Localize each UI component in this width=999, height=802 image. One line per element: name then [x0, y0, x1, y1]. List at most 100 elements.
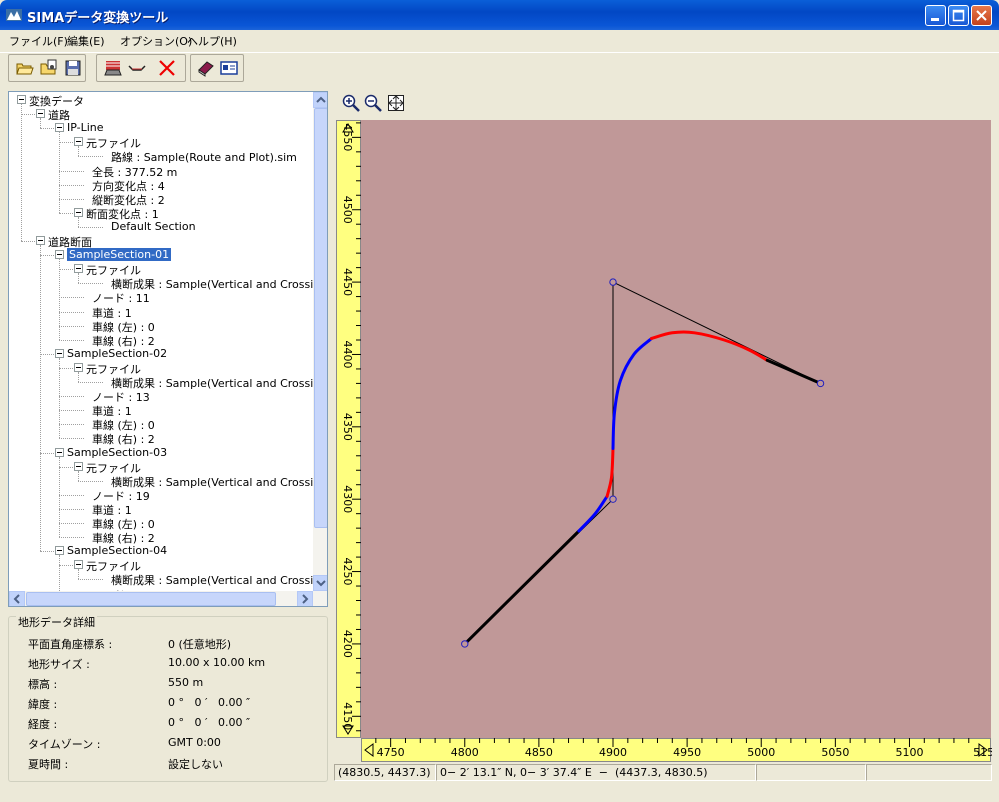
tree-connector [59, 311, 84, 313]
ip-point-marker[interactable] [609, 495, 617, 503]
tree-guide [59, 555, 60, 594]
tree-node[interactable]: IP-Line [67, 121, 104, 134]
zoom-out-icon[interactable] [363, 93, 383, 113]
y-tick-label: 4350 [341, 413, 354, 441]
scroll-down-button[interactable] [313, 575, 327, 591]
tree-guide [59, 259, 60, 340]
ip-point-marker[interactable] [816, 379, 825, 388]
tree-connector [59, 537, 84, 539]
tree-connector [59, 494, 84, 496]
tree-guide [78, 146, 79, 157]
tree-guide [78, 216, 79, 227]
minimize-icon [931, 18, 939, 21]
terrain-label-timezone: タイムゾーン : [28, 738, 101, 751]
plot-view[interactable]: 415042004250430043504400445045004550 475… [336, 118, 992, 764]
tree-node-selected[interactable]: SampleSection-01 [67, 248, 172, 262]
tree-node[interactable]: SampleSection-03 [67, 446, 167, 459]
ip-point-marker[interactable] [461, 640, 469, 648]
app-icon [6, 9, 22, 21]
y-tick-label: 4200 [341, 630, 354, 658]
open-file-icon[interactable] [39, 58, 59, 78]
chevron-right-icon [302, 594, 309, 604]
x-tick-label: 4750 [377, 746, 405, 759]
status-bar: (4830.5, 4437.3) 0− 2′ 13.1″ N, 0− 3′ 37… [334, 764, 992, 782]
x-tick-label: 515 [973, 746, 992, 759]
tree-guide [21, 104, 22, 241]
menu-file[interactable]: ファイル(F) [9, 33, 68, 49]
tree-connector [78, 579, 103, 581]
tree-expander-icon[interactable] [74, 560, 83, 570]
status-cell-4 [866, 764, 992, 781]
window-status-strip [0, 784, 999, 802]
scroll-left-button[interactable] [9, 591, 25, 606]
tree-connector [59, 508, 84, 510]
tree-expander-icon[interactable] [36, 236, 45, 245]
menu-edit[interactable]: 編集(E) [67, 33, 105, 49]
tree-connector [59, 170, 84, 172]
tree-expander-icon[interactable] [55, 250, 64, 260]
zoom-in-icon[interactable] [341, 93, 361, 113]
tree-connector [40, 452, 54, 454]
section-icon[interactable] [127, 58, 147, 78]
tree-expander-icon[interactable] [55, 123, 64, 133]
y-tick-label: 4550 [341, 123, 354, 151]
ip-point-marker[interactable] [609, 278, 617, 286]
tree-connector [59, 198, 84, 200]
tree-horizontal-thumb[interactable] [26, 592, 276, 606]
save-icon[interactable] [63, 58, 83, 78]
delete-icon[interactable] [157, 58, 177, 78]
tree-expander-icon[interactable] [55, 348, 64, 358]
tree-guide [40, 118, 41, 129]
open-folder-icon[interactable] [15, 58, 35, 78]
terrain-value-size: 10.00 x 10.00 km [168, 656, 266, 669]
x-tick-label: 4950 [673, 746, 701, 759]
tree-expander-icon[interactable] [36, 109, 45, 119]
tree-guide [78, 470, 79, 481]
close-button[interactable] [971, 5, 992, 26]
tree-node[interactable]: SampleSection-04 [67, 544, 167, 557]
tree-guide [59, 132, 60, 213]
tree-expander-icon[interactable] [74, 264, 83, 274]
tree-expander-icon[interactable] [74, 137, 83, 147]
scroll-right-button[interactable] [297, 591, 313, 606]
chevron-down-icon [316, 580, 326, 587]
tree-expander-icon[interactable] [17, 95, 26, 104]
tree-expander-icon[interactable] [55, 546, 64, 556]
fit-icon[interactable] [386, 93, 406, 113]
menu-help[interactable]: ヘルプ(H) [187, 33, 237, 49]
tree-connector [59, 339, 84, 341]
tree-expander-icon[interactable] [74, 362, 83, 372]
tree-connector [59, 438, 84, 440]
card-icon[interactable] [219, 58, 239, 78]
plot-area[interactable] [361, 120, 991, 738]
maximize-button[interactable] [948, 5, 969, 26]
menu-options[interactable]: オプション(O) [120, 33, 192, 49]
tree-vertical-thumb[interactable] [314, 108, 327, 528]
tree-guide [59, 456, 60, 538]
tree-connector [59, 565, 73, 567]
road-icon[interactable] [103, 58, 123, 78]
toolbar-group-info [190, 54, 244, 82]
tree-node[interactable]: SampleSection-02 [67, 347, 167, 360]
status-coordinates: (4830.5, 4437.3) [334, 764, 436, 781]
tree-node[interactable]: Default Section [111, 220, 196, 233]
tree-guide [40, 245, 41, 552]
scroll-up-button[interactable] [313, 92, 327, 108]
title-bar: SIMAデータ変換ツール [0, 0, 999, 30]
data-tree[interactable]: 変換データ 道路 IP-Line 元ファイル 路線 : Sample(Route and… [8, 91, 328, 607]
tree-connector [59, 212, 73, 214]
tree-expander-icon[interactable] [74, 461, 83, 471]
tree-connector [59, 367, 73, 369]
tree-connector [40, 128, 54, 130]
book-icon[interactable] [196, 58, 216, 78]
tree-expander-icon[interactable] [74, 207, 83, 217]
tree-connector [21, 241, 35, 242]
toolbar-group-file [8, 54, 86, 82]
terrain-value-elevation: 550 m [168, 676, 204, 689]
maximize-icon [952, 9, 965, 22]
tree-connector [78, 226, 103, 228]
tree-connector [59, 466, 73, 468]
tree-expander-icon[interactable] [55, 447, 64, 457]
toolbar-group-edit [96, 54, 186, 82]
minimize-button[interactable] [925, 5, 946, 26]
